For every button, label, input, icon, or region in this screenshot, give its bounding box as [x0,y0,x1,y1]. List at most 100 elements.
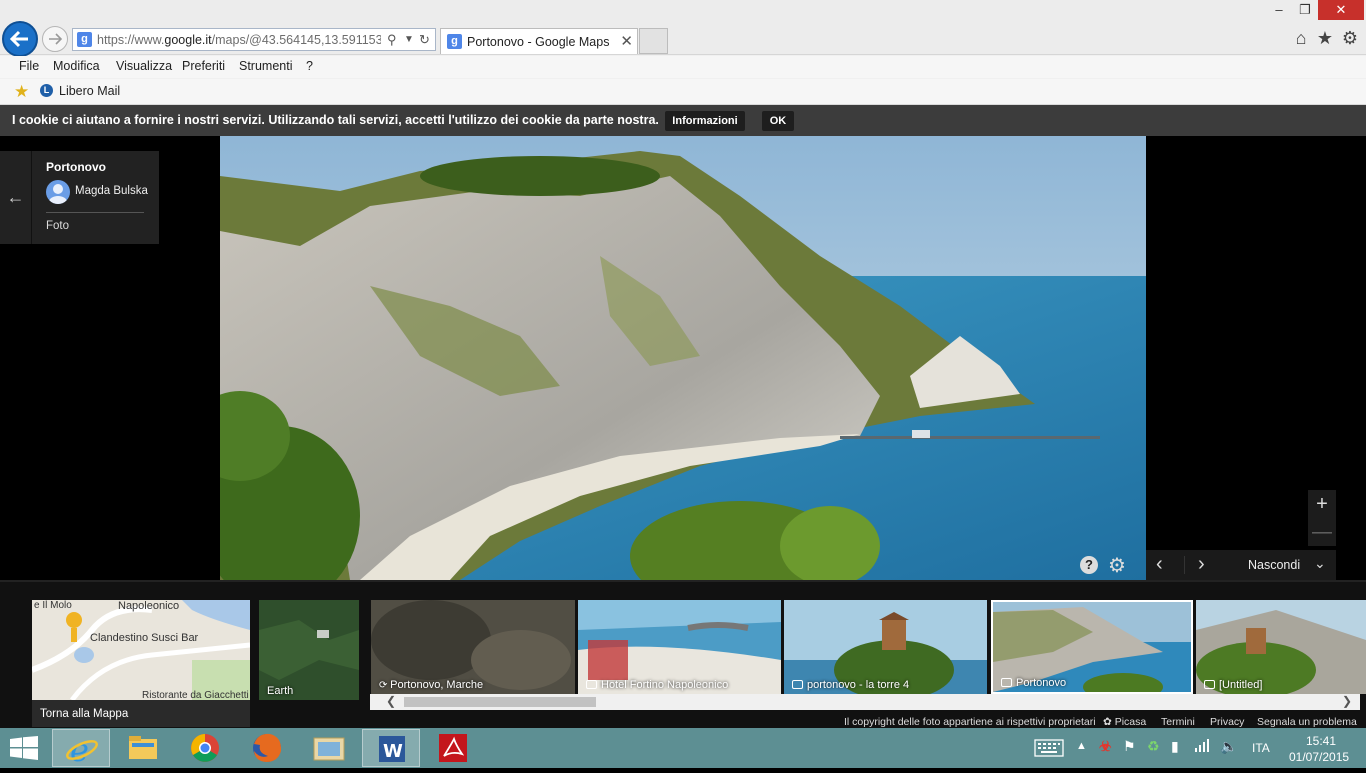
svg-text:W: W [383,741,403,762]
map-label: Napoleonico [118,600,180,612]
picasa-link[interactable]: ✿ Picasa [1103,716,1146,728]
hide-filmstrip-button[interactable]: Nascondi [1248,558,1300,572]
filmstrip-scrollbar[interactable]: ❮ ❯ [370,694,1360,710]
cookie-notice-bar: I cookie ci aiutano a fornire i nostri s… [0,105,1366,136]
home-icon[interactable]: ⌂ [1291,28,1311,48]
divider [46,212,144,213]
earth-label: Earth [267,685,294,697]
sync-icon[interactable]: ♻ [1147,738,1160,755]
adobe-reader-icon[interactable] [424,729,482,767]
tab-title: Portonovo - Google Maps [467,35,610,49]
gear-icon[interactable]: ⚙ [1108,553,1126,578]
arrow-right-icon [49,33,62,45]
thumbnail-label: Portonovo [1001,677,1066,689]
menu-strumenti[interactable]: Strumenti [239,59,293,73]
menu-bar: File Modifica Visualizza Preferiti Strum… [0,56,1366,78]
map-thumbnail[interactable]: e Il Molo Napoleonico Clandestino Susci … [32,600,250,700]
input-language[interactable]: ITA [1252,741,1270,755]
browser-tab[interactable]: g Portonovo - Google Maps ✕ [440,28,638,54]
microsoft-word-icon[interactable]: W [362,729,420,767]
clock-time[interactable]: 15:41 [1306,734,1336,748]
main-photo[interactable] [220,136,1146,580]
place-title[interactable]: Portonovo [46,160,106,174]
dropdown-arrow-icon[interactable]: ▼ [404,34,414,45]
photo-filmstrip: e Il Molo Napoleonico Clandestino Susci … [0,580,1366,728]
scroll-left-icon[interactable]: ❮ [386,694,396,708]
google-favicon-icon: g [447,34,462,49]
photo-thumbnail[interactable]: ⟳ Portonovo, Marche [371,600,575,694]
touch-keyboard-icon[interactable] [1034,739,1064,760]
favorite-libero-mail[interactable]: Libero Mail [59,84,120,98]
thumbnail-label: ⟳ Portonovo, Marche [379,679,484,691]
help-icon[interactable]: ? [1080,556,1098,574]
arrow-left-icon [10,30,28,48]
report-problem-link[interactable]: Segnala un problema [1257,716,1357,728]
photo-thumbnail[interactable]: [Untitled] [1196,600,1366,694]
action-center-flag-icon[interactable]: ⚑ [1123,738,1136,755]
photo-thumbnail-selected[interactable]: Portonovo [991,600,1193,694]
show-hidden-icons-icon[interactable]: ▲ [1076,740,1087,752]
photo-thumbnail[interactable]: Hotel Fortino Napoleonico [578,600,781,694]
zoom-controls: + — [1308,490,1336,546]
minimize-button[interactable]: – [1268,0,1290,20]
photo-thumbnail[interactable]: portonovo - la torre 4 [784,600,987,694]
battery-icon[interactable]: ▮ [1171,738,1179,755]
file-explorer-icon[interactable] [114,729,172,767]
close-tab-icon[interactable]: ✕ [620,32,633,50]
menu-help[interactable]: ? [306,59,313,73]
place-info-card: ← Portonovo Magda Bulska Foto [0,151,159,244]
cookie-ok-button[interactable]: OK [762,111,794,131]
back-button[interactable] [2,21,38,57]
camera-icon [1001,678,1012,687]
scroll-right-icon[interactable]: ❯ [1342,694,1352,708]
favorites-star-icon[interactable]: ★ [1315,28,1335,48]
double-chevron-down-icon[interactable]: ⌄ [1314,555,1326,572]
scrollbar-thumb[interactable] [404,697,596,707]
terms-link[interactable]: Termini [1161,716,1195,728]
menu-file[interactable]: File [19,59,39,73]
camera-icon [792,680,803,689]
firefox-icon[interactable] [238,729,296,767]
back-arrow-icon[interactable]: ← [0,151,32,244]
author-avatar[interactable] [46,180,70,204]
restore-button[interactable]: ❐ [1294,0,1316,20]
antivirus-icon[interactable]: ☣ [1099,738,1112,755]
photo-viewer-icon[interactable] [300,729,358,767]
360-icon: ⟳ [379,680,391,691]
url-text[interactable]: https://www.google.it/maps/@43.564145,13… [97,33,381,49]
previous-photo-chevron-icon[interactable]: ‹ [1156,553,1163,576]
windows-taskbar: e W ▲ ☣ ⚑ ♻ ▮ 🔈 ITA 15:41 01/07/2015 [0,728,1366,769]
network-icon[interactable] [1195,738,1211,755]
privacy-link[interactable]: Privacy [1210,716,1244,728]
clock-date[interactable]: 01/07/2015 [1289,750,1349,764]
earth-thumbnail[interactable]: Earth [259,600,359,700]
libero-icon: L [40,84,53,97]
author-name[interactable]: Magda Bulska [75,185,148,197]
copyright-text: Il copyright delle foto appartiene ai ri… [844,716,1096,728]
next-photo-chevron-icon[interactable]: › [1198,553,1205,576]
add-favorite-star-icon[interactable]: ★ [14,82,29,102]
photos-link[interactable]: Foto [46,220,69,232]
menu-modifica[interactable]: Modifica [53,59,100,73]
close-window-button[interactable]: ✕ [1318,0,1364,20]
gear-icon[interactable]: ⚙ [1340,28,1360,48]
photo-viewer: ← Portonovo Magda Bulska Foto + — ? ⚙ ‹ … [0,136,1366,580]
address-bar[interactable]: g https://www.google.it/maps/@43.564145,… [72,28,436,51]
menu-visualizza[interactable]: Visualizza [116,59,172,73]
zoom-out-button[interactable]: — [1308,518,1336,546]
divider [1184,556,1185,574]
search-icon[interactable]: ⚲ [387,32,397,48]
menu-preferiti[interactable]: Preferiti [182,59,225,73]
forward-button[interactable] [42,26,68,52]
browser-chrome: g https://www.google.it/maps/@43.564145,… [0,0,1366,105]
windows-start-icon[interactable] [10,736,38,760]
volume-icon[interactable]: 🔈 [1220,738,1237,755]
refresh-icon[interactable]: ↻ [419,32,430,48]
map-label: Ristorante da Giacchetti [142,690,249,700]
chrome-icon[interactable] [176,729,234,767]
camera-icon [586,680,597,689]
internet-explorer-icon[interactable]: e [52,729,110,769]
new-tab-button[interactable] [639,28,668,54]
cookie-info-button[interactable]: Informazioni [665,111,745,131]
zoom-in-button[interactable]: + [1308,490,1336,518]
